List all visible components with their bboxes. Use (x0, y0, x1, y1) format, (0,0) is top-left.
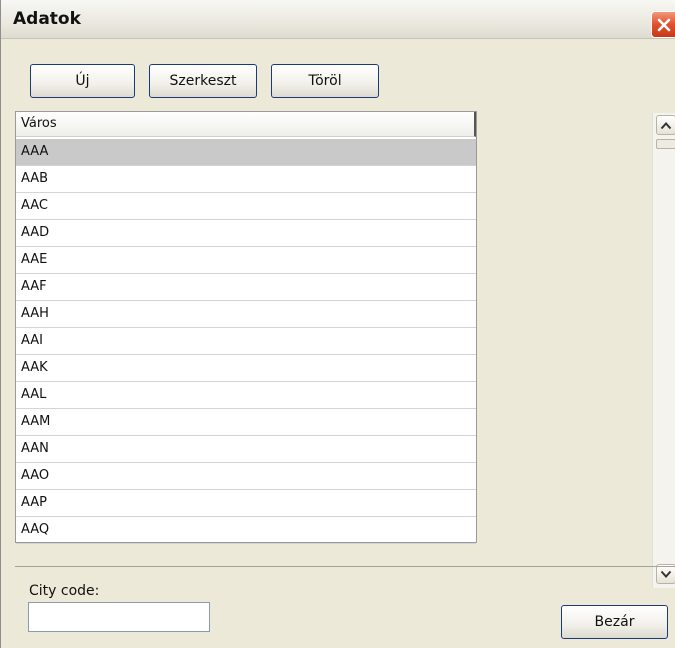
title-bar[interactable]: Adatok (1, 0, 675, 39)
scroll-down-icon[interactable] (656, 564, 675, 584)
table-row[interactable]: AAO (16, 463, 476, 490)
table-row[interactable]: AAD (16, 220, 476, 247)
table-row[interactable]: AAP (16, 490, 476, 517)
delete-button[interactable]: Töröl (271, 64, 379, 98)
table-row[interactable]: AAB (16, 166, 476, 193)
table-row[interactable]: AAA (16, 139, 476, 166)
table-row[interactable]: AAC (16, 193, 476, 220)
city-code-input[interactable] (28, 602, 210, 632)
dialog-window: Adatok Új Szerkeszt Töröl Város AAA AAB … (0, 0, 675, 648)
scroll-up-icon[interactable] (656, 115, 675, 135)
city-code-label: City code: (29, 583, 100, 599)
table-row[interactable]: AAM (16, 409, 476, 436)
table-row[interactable]: AAK (16, 355, 476, 382)
table-row[interactable]: AAI (16, 328, 476, 355)
vertical-scrollbar[interactable] (652, 113, 675, 588)
table-row[interactable]: AAE (16, 247, 476, 274)
table-row[interactable]: AAN (16, 436, 476, 463)
table-row[interactable]: AAF (16, 274, 476, 301)
new-button[interactable]: Új (30, 64, 135, 98)
table-row[interactable]: AAQ (16, 517, 476, 544)
window-title: Adatok (13, 9, 81, 29)
table-row[interactable]: AAH (16, 301, 476, 328)
divider (15, 566, 675, 567)
table-row[interactable]: AAL (16, 382, 476, 409)
city-grid[interactable]: Város AAA AAB AAC AAD AAE AAF AAH AAI AA… (15, 111, 477, 544)
column-header-varos[interactable]: Város (16, 112, 476, 137)
close-icon[interactable] (651, 11, 675, 38)
scroll-thumb[interactable] (656, 139, 675, 149)
edit-button[interactable]: Szerkeszt (149, 64, 257, 98)
close-button[interactable]: Bezár (561, 605, 668, 639)
